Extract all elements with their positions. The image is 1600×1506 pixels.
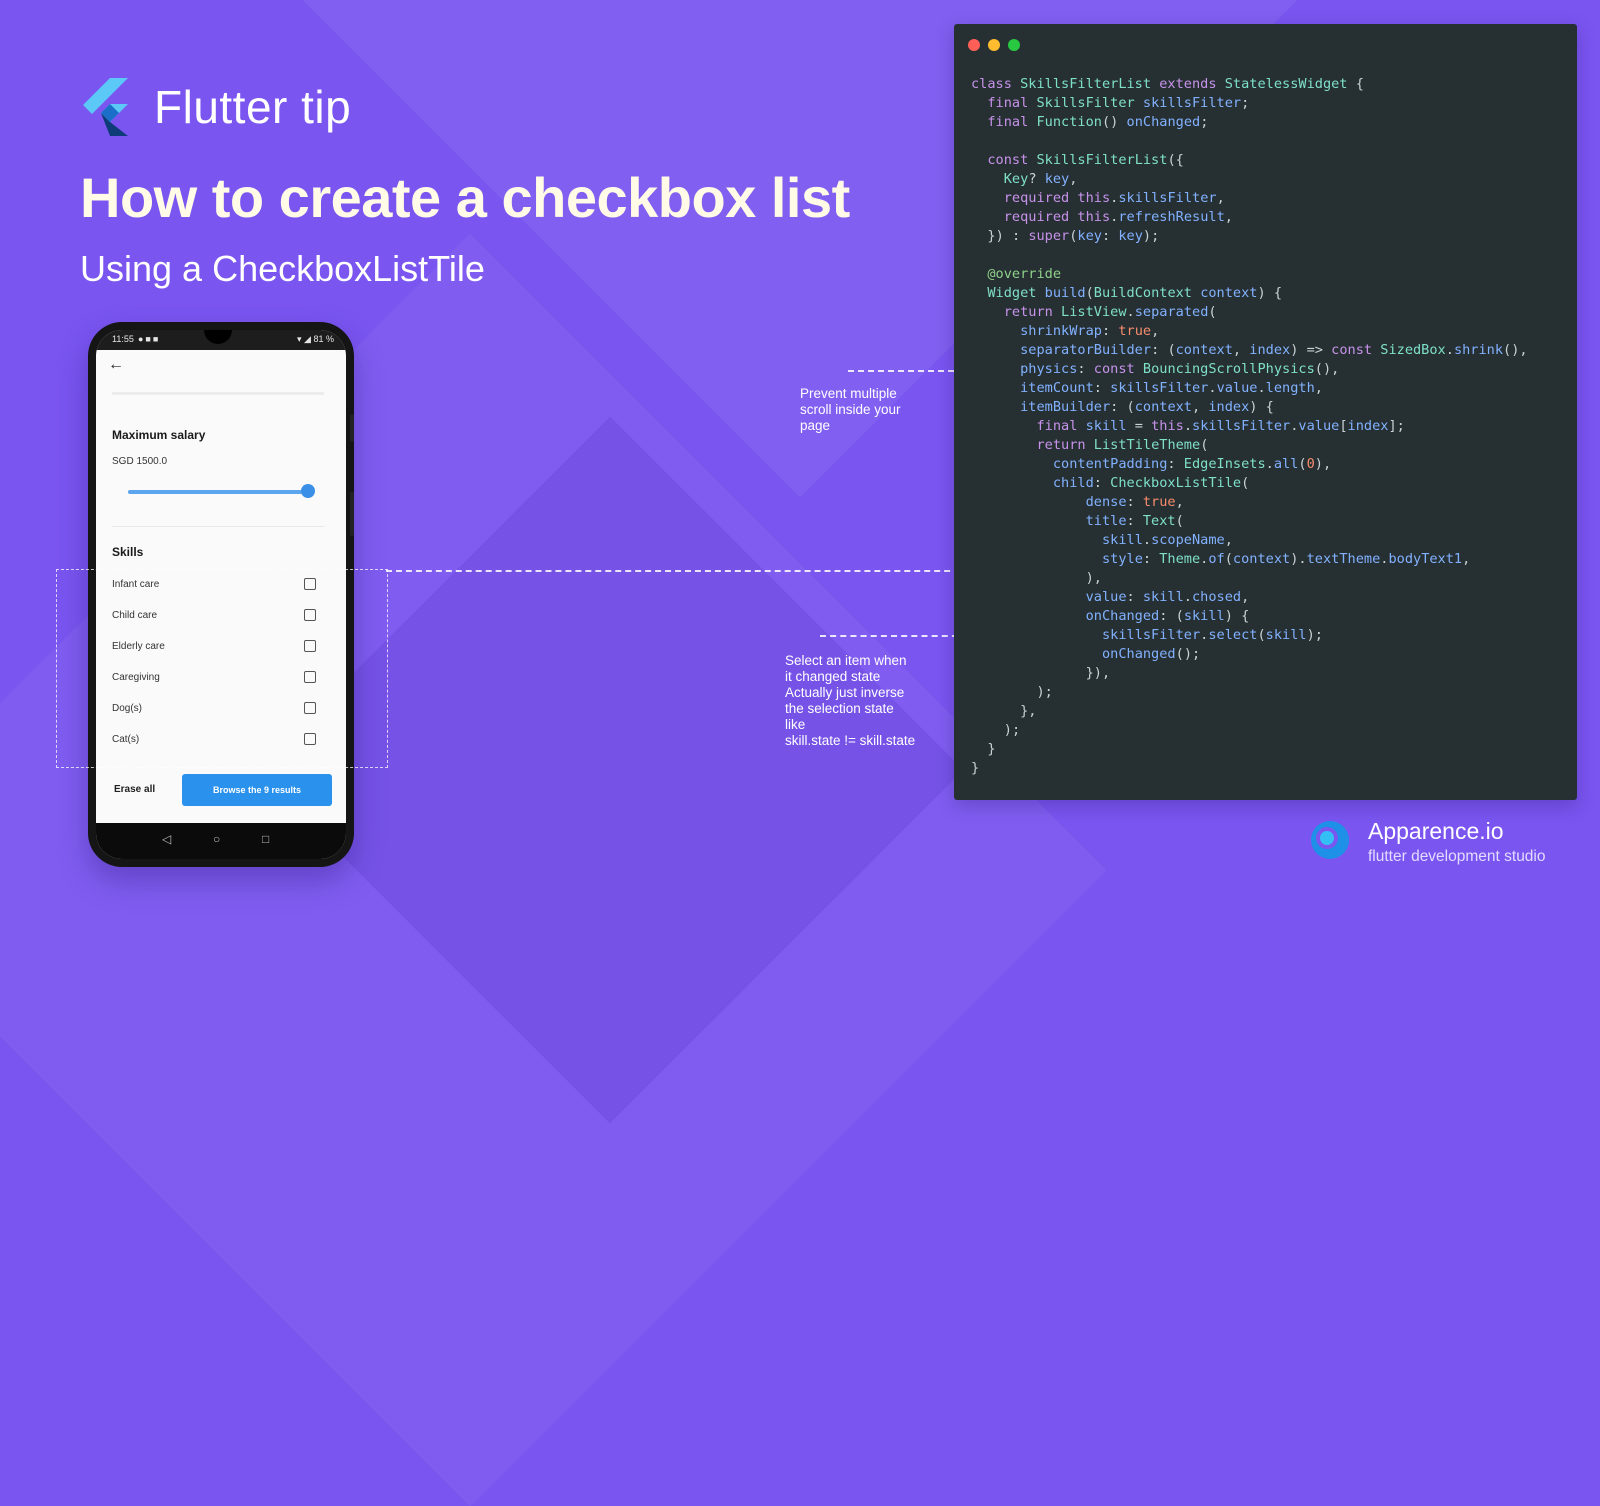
- skills-section-title: Skills: [112, 545, 144, 559]
- code-line: required this.skillsFilter,: [1003, 190, 1225, 206]
- nav-home-icon[interactable]: ○: [213, 832, 220, 846]
- battery-percent: 81 %: [313, 334, 334, 344]
- code-line: shrinkWrap: true,: [1020, 323, 1160, 339]
- annotation-line: like: [785, 717, 806, 732]
- code-line: onChanged: (skill) {: [1085, 608, 1250, 624]
- status-time: 11:55: [112, 334, 134, 344]
- divider: [112, 392, 324, 395]
- brand-tagline: flutter development studio: [1368, 848, 1546, 865]
- nav-back-icon[interactable]: ◁: [162, 832, 171, 846]
- code-line: child: CheckboxListTile(: [1052, 475, 1250, 491]
- code-block: class SkillsFilterList extends Stateless…: [971, 75, 1528, 778]
- code-line: itemCount: skillsFilter.value.length,: [1020, 380, 1323, 396]
- checkbox-list-highlight: [56, 569, 388, 768]
- close-dot-icon: [968, 39, 980, 51]
- subhead: Using a CheckboxListTile: [80, 248, 485, 289]
- status-notification-icons: ●■■: [138, 334, 161, 344]
- brand-name: Apparence.io: [1368, 818, 1504, 844]
- tip-title: Flutter tip: [154, 81, 352, 133]
- code-line: title: Text(: [1085, 513, 1184, 529]
- code-line: return ListTileTheme(: [1036, 437, 1209, 453]
- code-line: const SkillsFilterList({: [987, 152, 1184, 168]
- bottom-action-bar: Erase all Browse the 9 results: [96, 770, 346, 820]
- status-battery: ▾ ◢ 81 %: [297, 334, 334, 344]
- code-line: required this.refreshResult,: [1003, 209, 1233, 225]
- code-line: }: [987, 741, 996, 757]
- code-line: contentPadding: EdgeInsets.all(0),: [1052, 456, 1332, 472]
- code-line: },: [1020, 703, 1037, 719]
- annotation-line: Prevent multiple: [800, 386, 897, 401]
- android-nav-bar: ◁ ○ □: [96, 823, 346, 859]
- salary-value: SGD 1500.0: [112, 456, 168, 467]
- code-line: physics: const BouncingScrollPhysics(),: [1020, 361, 1340, 377]
- code-line: ​: [971, 132, 1528, 151]
- salary-slider-track[interactable]: [128, 490, 308, 494]
- camera-notch: [204, 330, 232, 344]
- code-line: final Function() onChanged;: [987, 114, 1209, 130]
- headline: How to create a checkbox list: [80, 166, 850, 229]
- divider: [112, 526, 324, 527]
- code-line: }),: [1085, 665, 1111, 681]
- code-line: value: skill.chosed,: [1085, 589, 1250, 605]
- code-line: dense: true,: [1085, 494, 1184, 510]
- annotation-line: Select an item when: [785, 653, 907, 668]
- browse-results-button[interactable]: Browse the 9 results: [182, 774, 332, 806]
- code-line: ),: [1085, 570, 1102, 586]
- code-line: separatorBuilder: (context, index) => co…: [1020, 342, 1528, 358]
- code-line: }) : super(key: key);: [987, 228, 1160, 244]
- flutter-logo-icon: [83, 78, 128, 136]
- nav-recents-icon[interactable]: □: [262, 832, 269, 846]
- code-line: @override: [987, 266, 1062, 282]
- code-line: skill.scopeName,: [1101, 532, 1233, 548]
- status-bar: 11:55 ●■■ ▾ ◢ 81 %: [96, 330, 346, 350]
- code-line: Widget build(BuildContext context) {: [987, 285, 1283, 301]
- code-line: onChanged();: [1101, 646, 1201, 662]
- code-line: return ListView.separated(: [1003, 304, 1217, 320]
- code-line: ​: [971, 246, 1528, 265]
- back-arrow-icon[interactable]: ←: [108, 356, 124, 374]
- salary-section-title: Maximum salary: [112, 428, 206, 442]
- phone-power-button: [350, 414, 354, 442]
- code-line: itemBuilder: (context, index) {: [1020, 399, 1274, 415]
- title-row: Flutter tip: [80, 78, 351, 136]
- annotation-line: skill.state != skill.state: [785, 733, 916, 748]
- connector-list-line: [386, 570, 990, 572]
- code-line: final SkillsFilter skillsFilter;: [987, 95, 1250, 111]
- code-line: }: [971, 760, 980, 776]
- annotation-line: scroll inside your: [800, 402, 901, 417]
- annotation-line: Actually just inverse: [785, 685, 905, 700]
- code-line: style: Theme.of(context).textTheme.bodyT…: [1101, 551, 1471, 567]
- code-line: );: [1036, 684, 1053, 700]
- annotation-line: page: [800, 418, 831, 433]
- code-line: skillsFilter.select(skill);: [1101, 627, 1323, 643]
- code-line: class SkillsFilterList extends Stateless…: [971, 76, 1364, 92]
- maximize-dot-icon: [1008, 39, 1020, 51]
- code-window: class SkillsFilterList extends Stateless…: [954, 24, 1577, 800]
- scroll-annotation: Prevent multiple scroll inside your page: [800, 386, 901, 434]
- apparence-logo-icon: [1311, 821, 1349, 859]
- select-annotation: Select an item when it changed state Act…: [785, 653, 915, 749]
- annotation-line: it changed state: [785, 669, 881, 684]
- minimize-dot-icon: [988, 39, 1000, 51]
- erase-all-button[interactable]: Erase all: [114, 784, 155, 795]
- phone-volume-button: [350, 492, 354, 536]
- annotation-line: the selection state: [785, 701, 894, 716]
- code-line: final skill = this.skillsFilter.value[in…: [1036, 418, 1405, 434]
- code-line: Key? key,: [1003, 171, 1078, 187]
- code-line: );: [1003, 722, 1021, 738]
- salary-slider-thumb[interactable]: [301, 484, 315, 498]
